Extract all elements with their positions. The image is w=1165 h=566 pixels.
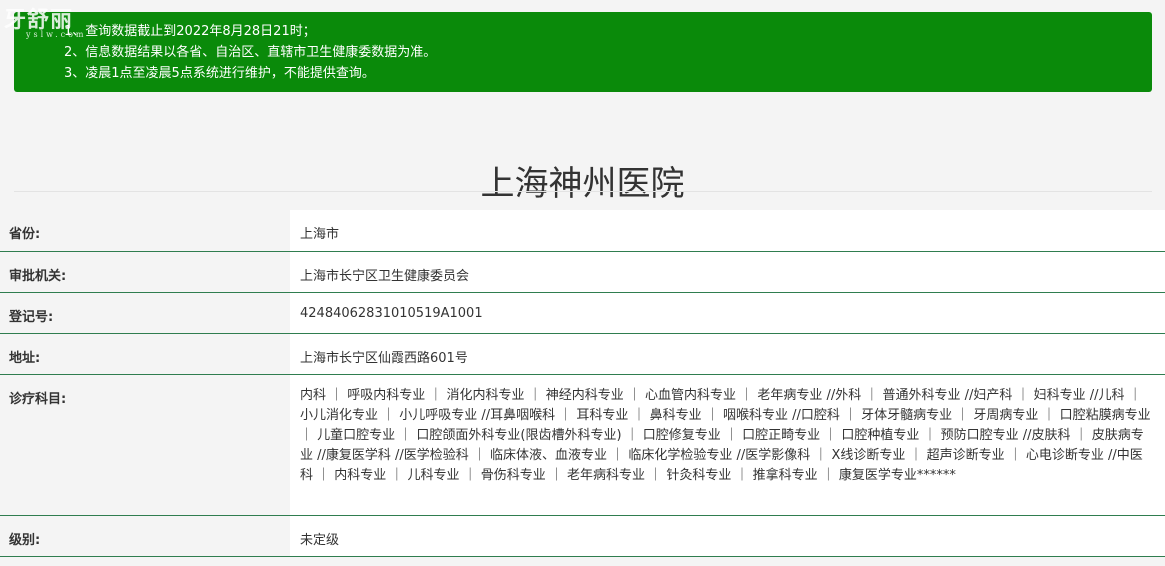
row-value: 内科 ｜ 呼吸内科专业 ｜ 消化内科专业 ｜ 神经内科专业 ｜ 心血管内科专业 … [290, 374, 1165, 516]
row-value: 上海市 [290, 210, 1165, 252]
table-row-registration-number: 登记号: 42484062831010519A1001 [0, 292, 1165, 334]
table-row-subjects: 诊疗科目: 内科 ｜ 呼吸内科专业 ｜ 消化内科专业 ｜ 神经内科专业 ｜ 心血… [0, 374, 1165, 516]
notice-line-2: 2、信息数据结果以各省、自治区、直辖市卫生健康委数据为准。 [64, 45, 437, 60]
watermark-logo: 牙舒丽 yslw.com [4, 2, 87, 39]
table-row-province: 省份: 上海市 [0, 210, 1165, 252]
row-label: 审批机关: [0, 251, 290, 293]
hospital-info-table: 省份: 上海市 审批机关: 上海市长宁区卫生健康委员会 登记号: 4248406… [0, 210, 1165, 557]
table-row-address: 地址: 上海市长宁区仙霞西路601号 [0, 333, 1165, 375]
notice-line-1: 1、查询数据截止到2022年8月28日21时； [64, 24, 316, 39]
row-value: 42484062831010519A1001 [290, 292, 1165, 334]
row-label: 省份: [0, 210, 290, 252]
notice-line-3: 3、凌晨1点至凌晨5点系统进行维护，不能提供查询。 [64, 66, 375, 81]
page-title: 上海神州医院 [480, 163, 685, 204]
row-label: 登记号: [0, 292, 290, 334]
table-row-approval-authority: 审批机关: 上海市长宁区卫生健康委员会 [0, 251, 1165, 293]
subjects-text: 内科 ｜ 呼吸内科专业 ｜ 消化内科专业 ｜ 神经内科专业 ｜ 心血管内科专业 … [300, 387, 1151, 483]
row-value: 上海市长宁区仙霞西路601号 [290, 333, 1165, 375]
table-row-level: 级别: 未定级 [0, 515, 1165, 557]
row-label: 级别: [0, 515, 290, 557]
row-label: 诊疗科目: [0, 374, 290, 516]
watermark-domain: yslw.com [26, 30, 87, 39]
row-value: 未定级 [290, 515, 1165, 557]
row-label: 地址: [0, 333, 290, 375]
row-value: 上海市长宁区卫生健康委员会 [290, 251, 1165, 293]
notice-banner: 1、查询数据截止到2022年8月28日21时； 2、信息数据结果以各省、自治区、… [14, 12, 1152, 92]
title-divider [14, 191, 1152, 192]
